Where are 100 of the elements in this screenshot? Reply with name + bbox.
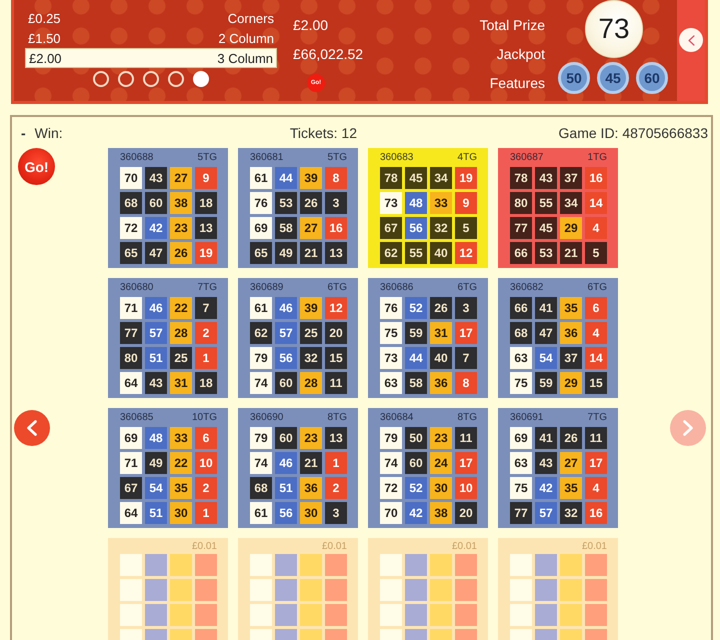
- bingo-number: 62: [380, 242, 402, 264]
- ticket-price: £0.01: [452, 540, 477, 552]
- blank-square: [195, 554, 217, 576]
- bingo-number: 25: [300, 322, 322, 344]
- prize-name: 3 Column: [217, 50, 273, 66]
- ticket-number: 360682: [510, 282, 544, 292]
- bingo-number: 75: [380, 322, 402, 344]
- blank-square: [535, 604, 557, 626]
- left-arrow-button[interactable]: [14, 410, 50, 446]
- chevron-icon: [683, 420, 693, 436]
- ticket-card[interactable]: 360689 6TG 61 46 39 12 62 57 25 20 79 56 32 15 74 60 28 11: [238, 278, 358, 398]
- ticket-card[interactable]: 360688 5TG 70 43 27 9 68 60 38 18 72 42 23 13 65 47 26 19: [108, 148, 228, 268]
- ticket-to-go: 6TG: [588, 282, 607, 292]
- bingo-number: 52: [405, 477, 427, 499]
- bingo-number: 74: [250, 372, 272, 394]
- bingo-number: 11: [455, 427, 477, 449]
- bingo-number: 69: [510, 427, 532, 449]
- blank-square: [510, 554, 532, 576]
- bingo-number: 32: [430, 217, 452, 239]
- bingo-number: 6: [585, 297, 607, 319]
- bingo-number: 27: [300, 217, 322, 239]
- bingo-number: 46: [145, 297, 167, 319]
- bingo-number: 31: [430, 322, 452, 344]
- ticket-number: 360688: [120, 152, 154, 162]
- ticket-number: 360687: [510, 152, 544, 162]
- bingo-number: 28: [170, 322, 192, 344]
- bingo-number: 69: [250, 217, 272, 239]
- blank-square: [120, 579, 142, 601]
- bingo-number: 53: [535, 242, 557, 264]
- toggle-button[interactable]: [679, 28, 703, 52]
- prize-name: Corners: [228, 10, 274, 26]
- ticket-number: 360691: [510, 412, 544, 422]
- bingo-number: 37: [560, 167, 582, 189]
- page-dot-icon[interactable]: [93, 71, 109, 87]
- bingo-number: 51: [275, 477, 297, 499]
- ticket-card[interactable]: 360691 7TG 69 41 26 11 63 43 27 17 75 42 35 4 77 57 32 16: [498, 408, 618, 528]
- bingo-number: 6: [195, 427, 217, 449]
- bingo-number: 12: [455, 242, 477, 264]
- ticket-card[interactable]: 360690 8TG 79 60 23 13 74 46 21 1 68 51 36 2 61 56 30 3: [238, 408, 358, 528]
- bingo-number: 79: [250, 427, 272, 449]
- blank-square: [510, 629, 532, 640]
- bingo-number: 8: [325, 167, 347, 189]
- bingo-number: 22: [170, 452, 192, 474]
- bingo-number: 22: [170, 297, 192, 319]
- bingo-number: 63: [510, 347, 532, 369]
- bingo-number: 57: [535, 502, 557, 524]
- blank-square: [195, 629, 217, 640]
- blank-square: [430, 604, 452, 626]
- ticket-card[interactable]: 360684 8TG 79 50 23 11 74 60 24 17 72 52 30 10 70 42 38 20: [368, 408, 488, 528]
- ticket-to-go: 6TG: [458, 282, 477, 292]
- bingo-number: 44: [405, 347, 427, 369]
- blank-square: [585, 604, 607, 626]
- info-label: Features: [490, 74, 545, 90]
- info-value: £66,022.52: [293, 46, 364, 62]
- bingo-number: 68: [510, 322, 532, 344]
- blank-square: [560, 554, 582, 576]
- ticket-card[interactable]: 360686 6TG 76 52 26 3 75 59 31 17 73 44 40 7 63 58 36 8: [368, 278, 488, 398]
- info-label: Total Prize: [480, 16, 545, 32]
- bingo-number: 3: [455, 297, 477, 319]
- blank-square: [510, 579, 532, 601]
- bingo-number: 43: [145, 167, 167, 189]
- blank-square: [405, 629, 427, 640]
- bingo-number: 26: [170, 242, 192, 264]
- bingo-number: 62: [250, 322, 272, 344]
- bingo-number: 40: [430, 242, 452, 264]
- bingo-number: 45: [535, 217, 557, 239]
- bingo-number: 65: [120, 242, 142, 264]
- bingo-number: 16: [585, 502, 607, 524]
- bingo-number: 56: [405, 217, 427, 239]
- ticket-number: 360690: [250, 412, 284, 422]
- bingo-number: 79: [380, 427, 402, 449]
- blank-square: [585, 579, 607, 601]
- ticket-number: 360684: [380, 412, 414, 422]
- bingo-number: 36: [300, 477, 322, 499]
- ticket-card[interactable]: 360680 7TG 71 46 22 7 77 57 28 2 80 51 25 1 64 43 31 18: [108, 278, 228, 398]
- bingo-number: 51: [145, 347, 167, 369]
- bingo-number: 47: [535, 322, 557, 344]
- blank-square: [535, 554, 557, 576]
- blank-square: [325, 604, 347, 626]
- bingo-number: 39: [300, 297, 322, 319]
- blank-square: [325, 554, 347, 576]
- page-dot-icon[interactable]: [118, 71, 134, 87]
- ticket-card[interactable]: 360685 10TG 69 48 33 6 71 49 22 10 67 54 35 2 64 51 30 1: [108, 408, 228, 528]
- go-button[interactable]: Go!: [18, 148, 55, 185]
- ticket-card[interactable]: 360682 6TG 66 41 35 6 68 47 36 4 63 54 37 14 75 59 29 15: [498, 278, 618, 398]
- bingo-number: 17: [455, 452, 477, 474]
- page-dot-icon[interactable]: [168, 71, 184, 87]
- ticket-card[interactable]: 360681 5TG 61 44 39 8 76 53 26 3 69 58 27 16 65 49 21 13: [238, 148, 358, 268]
- ticket-card[interactable]: 360683 4TG 78 45 34 19 73 48 33 9 67 56 32 5 62 55 40 12: [368, 148, 488, 268]
- info-label: Jackpot: [496, 46, 545, 62]
- ticket-card[interactable]: 360687 1TG 78 43 37 16 80 55 34 14 77 45 29 4 66 53 21 5: [498, 148, 618, 268]
- bingo-number: 64: [120, 502, 142, 524]
- bingo-number: 38: [430, 502, 452, 524]
- bingo-number: 80: [510, 192, 532, 214]
- bingo-number: 35: [170, 477, 192, 499]
- bingo-number: 48: [405, 192, 427, 214]
- bingo-number: 4: [585, 322, 607, 344]
- bingo-number: 65: [250, 242, 272, 264]
- page-dot-icon[interactable]: [143, 71, 159, 87]
- blank-square: [510, 604, 532, 626]
